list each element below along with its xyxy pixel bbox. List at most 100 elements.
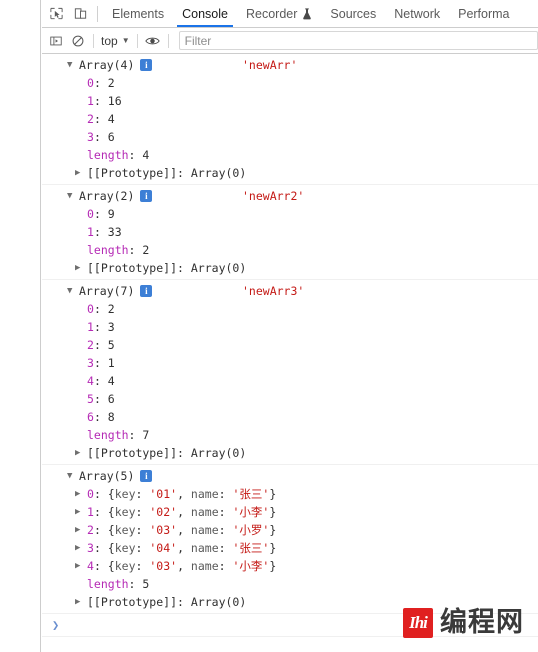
tab-sources[interactable]: Sources — [321, 0, 385, 27]
array-index-key: 1 — [87, 505, 94, 519]
console-entry-header[interactable]: Array(2) i 'newArr2' — [42, 187, 538, 205]
array-header-label: Array(5) — [79, 469, 135, 483]
object-item-row[interactable]: 4: {key: '03', name: '小李'} — [42, 557, 538, 575]
tabbar-divider — [97, 5, 98, 22]
watermark-logo-icon: Ihi — [403, 608, 433, 638]
disclosure-triangle-icon[interactable] — [75, 485, 87, 503]
array-item-row: 5: 6 — [87, 392, 115, 406]
array-length-value: 2 — [142, 243, 150, 257]
object-item-row[interactable]: 3: {key: '04', name: '张三'} — [42, 539, 538, 557]
object-field-key-value: '03' — [149, 559, 178, 573]
array-item-row: 6: 8 — [87, 410, 115, 424]
console-entry-header[interactable]: Array(5) i — [42, 467, 538, 485]
filter-input[interactable]: Filter — [178, 31, 538, 50]
disclosure-triangle-icon[interactable] — [75, 164, 87, 182]
object-field-key: key — [114, 559, 136, 573]
array-prototype-row[interactable]: [[Prototype]]: Array(0) — [42, 444, 538, 462]
beaker-icon — [302, 7, 312, 20]
array-length-value: 7 — [142, 428, 150, 442]
array-index-key: 0 — [87, 302, 94, 316]
object-item-row[interactable]: 0: {key: '01', name: '张三'} — [42, 485, 538, 503]
array-index-value: 6 — [107, 130, 115, 144]
object-field-key-value: '04' — [149, 541, 178, 555]
array-item-row: 3: 1 — [87, 356, 115, 370]
array-index-key: 1 — [87, 225, 94, 239]
console-entry-header[interactable]: Array(4) i 'newArr' — [42, 56, 538, 74]
array-length-value: 5 — [142, 577, 150, 591]
disclosure-triangle-icon[interactable] — [75, 503, 87, 521]
disclosure-triangle-icon[interactable] — [67, 187, 79, 205]
info-badge-icon[interactable]: i — [140, 285, 153, 297]
device-toolbar-icon[interactable] — [69, 3, 91, 25]
console-toolbar: top ▼ Filter — [42, 28, 538, 54]
tab-performance[interactable]: Performa — [449, 0, 518, 27]
console-sidebar-icon[interactable] — [45, 31, 67, 51]
tab-recorder[interactable]: Recorder — [237, 0, 321, 27]
array-item-row: 0: 2 — [87, 76, 115, 90]
array-index-value: 3 — [107, 320, 115, 334]
console-entry[interactable]: Array(2) i 'newArr2' 0: 9 1: 33 length: … — [42, 185, 538, 280]
array-length-key: length — [87, 243, 129, 257]
watermark: Ihi 编程网 — [403, 608, 524, 638]
disclosure-triangle-icon[interactable] — [75, 259, 87, 277]
info-badge-icon[interactable]: i — [140, 59, 153, 71]
array-length-row: length: 4 — [87, 148, 150, 162]
array-length-row: length: 5 — [87, 577, 150, 591]
console-entry[interactable]: Array(5) i 0: {key: '01', name: '张三'} 1:… — [42, 465, 538, 614]
array-item-row: 3: 6 — [87, 130, 115, 144]
prototype-key: [[Prototype]] — [87, 446, 178, 460]
object-field-key: key — [114, 487, 136, 501]
object-field-name-value: '小李' — [232, 559, 270, 573]
object-item-row[interactable]: 1: {key: '02', name: '小李'} — [42, 503, 538, 521]
disclosure-triangle-icon[interactable] — [75, 557, 87, 575]
tab-console[interactable]: Console — [173, 0, 237, 27]
disclosure-triangle-icon[interactable] — [75, 539, 87, 557]
array-length-value: 4 — [142, 148, 150, 162]
clear-console-icon[interactable] — [67, 31, 89, 51]
array-item-row: 1: 3 — [87, 320, 115, 334]
array-index-value: 9 — [107, 207, 115, 221]
tab-elements[interactable]: Elements — [103, 0, 173, 27]
console-entry[interactable]: Array(4) i 'newArr' 0: 2 1: 16 2: 4 3: 6 — [42, 54, 538, 185]
info-badge-icon[interactable]: i — [140, 470, 153, 482]
disclosure-triangle-icon[interactable] — [75, 593, 87, 611]
array-item-row: 2: 5 — [87, 338, 115, 352]
array-index-value: 1 — [107, 356, 115, 370]
array-prototype-row[interactable]: [[Prototype]]: Array(0) — [42, 164, 538, 182]
prototype-value: Array(0) — [190, 166, 247, 180]
disclosure-triangle-icon[interactable] — [75, 444, 87, 462]
disclosure-triangle-icon[interactable] — [67, 56, 79, 74]
console-context-label: top — [101, 33, 118, 48]
array-header-label: Array(4) — [79, 58, 135, 72]
object-item-row[interactable]: 2: {key: '03', name: '小罗'} — [42, 521, 538, 539]
object-field-name: name — [190, 541, 219, 555]
object-field-name: name — [190, 487, 219, 501]
array-index-key: 4 — [87, 374, 94, 388]
array-item-row: 2: 4 — [87, 112, 115, 126]
info-badge-icon[interactable]: i — [140, 190, 153, 202]
array-index-value: 2 — [107, 302, 115, 316]
live-expression-eye-icon[interactable] — [142, 31, 164, 51]
tab-network[interactable]: Network — [385, 0, 449, 27]
disclosure-triangle-icon[interactable] — [67, 282, 79, 300]
array-index-value: 8 — [107, 410, 115, 424]
inspect-element-icon[interactable] — [45, 3, 67, 25]
console-log-area[interactable]: Array(4) i 'newArr' 0: 2 1: 16 2: 4 3: 6 — [42, 54, 538, 652]
console-context-selector[interactable]: top ▼ — [98, 34, 133, 48]
tab-elements-label: Elements — [112, 6, 165, 21]
array-header-label: Array(7) — [79, 284, 135, 298]
array-index-key: 0 — [87, 207, 94, 221]
console-toolbar-divider-3 — [167, 33, 169, 48]
array-prototype-row[interactable]: [[Prototype]]: Array(0) — [42, 259, 538, 277]
object-field-name: name — [190, 523, 219, 537]
disclosure-triangle-icon[interactable] — [75, 521, 87, 539]
console-entry[interactable]: Array(7) i 'newArr3' 0: 2 1: 3 2: 5 3: 1 — [42, 280, 538, 465]
disclosure-triangle-icon[interactable] — [67, 467, 79, 485]
array-length-row: length: 7 — [87, 428, 150, 442]
console-entry-label: 'newArr3' — [242, 284, 305, 298]
console-entry-header[interactable]: Array(7) i 'newArr3' — [42, 282, 538, 300]
prompt-caret-icon: ❯ — [52, 618, 60, 632]
tab-network-label: Network — [394, 6, 441, 21]
array-item-row: 4: 4 — [87, 374, 115, 388]
array-length-row: length: 2 — [87, 243, 150, 257]
